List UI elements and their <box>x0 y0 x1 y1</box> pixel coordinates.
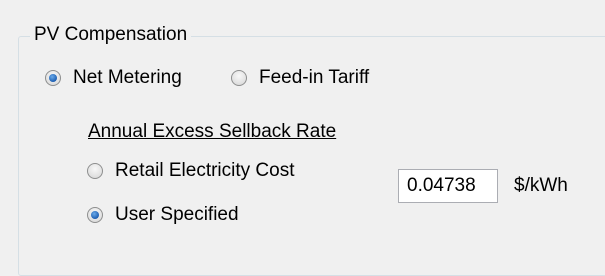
feed-in-tariff-label: Feed-in Tariff <box>259 67 370 88</box>
radio-retail-electricity-cost[interactable]: Retail Electricity Cost <box>87 159 295 183</box>
radio-net-metering[interactable]: Net Metering <box>45 66 182 90</box>
net-metering-label: Net Metering <box>73 67 182 88</box>
group-title: PV Compensation <box>30 23 192 47</box>
radio-unchecked-icon[interactable] <box>87 163 103 179</box>
sellback-rate-heading: Annual Excess Sellback Rate <box>88 121 337 142</box>
user-specified-label: User Specified <box>115 204 239 225</box>
pv-compensation-panel: PV Compensation Net Metering Feed-in Tar… <box>0 0 605 276</box>
unit-label: $/kWh <box>514 175 568 196</box>
radio-feed-in-tariff[interactable]: Feed-in Tariff <box>231 66 369 90</box>
radio-unchecked-icon[interactable] <box>231 70 247 86</box>
radio-checked-icon[interactable] <box>45 70 61 86</box>
radio-checked-icon[interactable] <box>87 207 103 223</box>
radio-user-specified[interactable]: User Specified <box>87 203 239 227</box>
retail-electricity-cost-label: Retail Electricity Cost <box>115 160 295 181</box>
sellback-rate-input[interactable]: 0.04738 <box>398 169 498 203</box>
